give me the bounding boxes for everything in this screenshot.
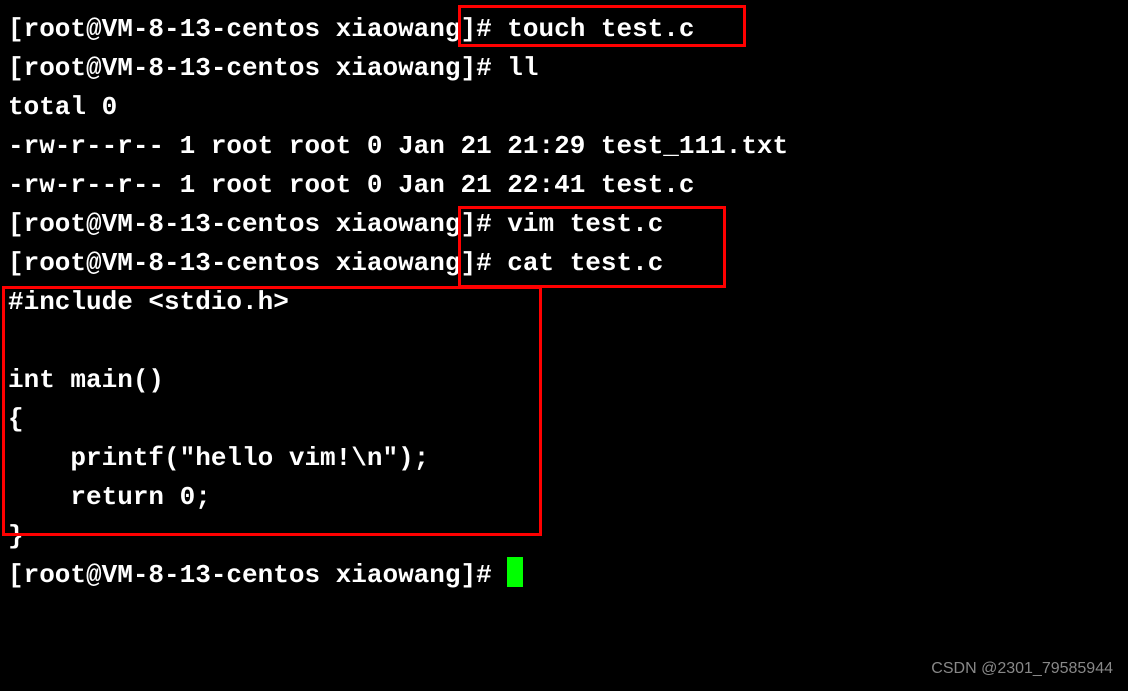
command-touch: touch test.c bbox=[507, 14, 694, 44]
terminal-line-prompt-cursor[interactable]: [root@VM-8-13-centos xiaowang]# bbox=[8, 556, 1120, 595]
cat-output-printf: printf("hello vim!\n"); bbox=[8, 439, 1120, 478]
command-vim: vim test.c bbox=[507, 209, 663, 239]
prompt: [root@VM-8-13-centos xiaowang]# bbox=[8, 14, 507, 44]
terminal-line-2: [root@VM-8-13-centos xiaowang]# ll bbox=[8, 49, 1120, 88]
prompt: [root@VM-8-13-centos xiaowang]# bbox=[8, 53, 507, 83]
prompt: [root@VM-8-13-centos xiaowang]# bbox=[8, 209, 507, 239]
cat-output-include: #include <stdio.h> bbox=[8, 283, 1120, 322]
cat-output-return: return 0; bbox=[8, 478, 1120, 517]
ll-output-file-1: -rw-r--r-- 1 root root 0 Jan 21 21:29 te… bbox=[8, 127, 1120, 166]
cursor-icon bbox=[507, 557, 523, 587]
terminal-line-7: [root@VM-8-13-centos xiaowang]# cat test… bbox=[8, 244, 1120, 283]
cat-output-main: int main() bbox=[8, 361, 1120, 400]
ll-output-file-2: -rw-r--r-- 1 root root 0 Jan 21 22:41 te… bbox=[8, 166, 1120, 205]
terminal-line-1: [root@VM-8-13-centos xiaowang]# touch te… bbox=[8, 10, 1120, 49]
terminal-line-6: [root@VM-8-13-centos xiaowang]# vim test… bbox=[8, 205, 1120, 244]
watermark-text: CSDN @2301_79585944 bbox=[931, 657, 1113, 681]
command-cat: cat test.c bbox=[507, 248, 663, 278]
prompt: [root@VM-8-13-centos xiaowang]# bbox=[8, 560, 507, 590]
ll-output-total: total 0 bbox=[8, 88, 1120, 127]
command-ll: ll bbox=[507, 53, 538, 83]
cat-output-open-brace: { bbox=[8, 400, 1120, 439]
cat-output-blank bbox=[8, 322, 1120, 361]
prompt: [root@VM-8-13-centos xiaowang]# bbox=[8, 248, 507, 278]
cat-output-close-brace: } bbox=[8, 517, 1120, 556]
